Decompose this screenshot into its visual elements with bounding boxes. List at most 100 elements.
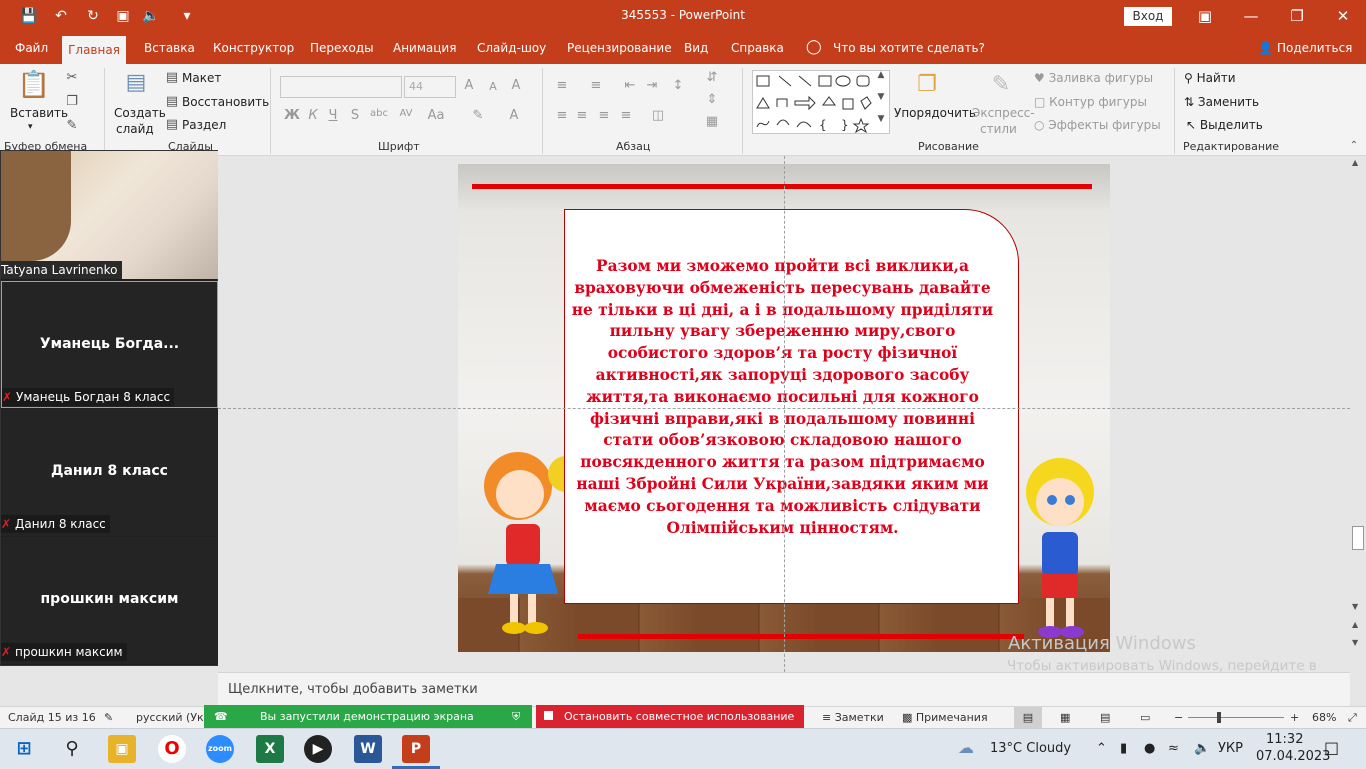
zoom-slider-thumb[interactable] (1217, 712, 1221, 723)
notes-toggle[interactable]: ≡ Заметки (822, 711, 884, 724)
input-language[interactable]: УКР (1218, 741, 1243, 756)
slide-counter[interactable]: Слайд 15 из 16 (8, 711, 96, 724)
shape-fill-button[interactable]: ♥ Заливка фигуры (1034, 71, 1153, 85)
powerpoint-icon[interactable]: P (402, 735, 430, 763)
share-button[interactable]: Поделиться (1277, 41, 1352, 55)
paste-dropdown-icon[interactable]: ▾ (28, 122, 33, 132)
excel-icon[interactable]: X (256, 735, 284, 763)
font-color-icon[interactable]: A (506, 108, 522, 123)
tab-view[interactable]: Вид (684, 41, 708, 55)
new-slide-icon[interactable]: ▤ (120, 70, 152, 100)
file-explorer-icon[interactable]: ▣ (108, 735, 136, 763)
font-name-combobox[interactable] (280, 76, 402, 98)
tell-me-search[interactable]: Что вы хотите сделать? (833, 41, 985, 55)
char-spacing-icon[interactable]: AV (394, 108, 418, 119)
minimize-button[interactable]: — (1228, 6, 1274, 26)
word-icon[interactable]: W (354, 735, 382, 763)
underline-icon[interactable]: Ч (326, 108, 340, 123)
zoom-slider[interactable] (1188, 717, 1284, 718)
restore-button[interactable]: ❐ (1274, 6, 1320, 26)
participant-tile[interactable]: Данил 8 класс ✗ Данил 8 класс (1, 409, 218, 536)
text-direction-icon[interactable]: ⇵ (704, 70, 720, 85)
fit-slide-icon[interactable]: ⤢ (1348, 711, 1357, 725)
slide-text-box[interactable]: Разом ми зможемо пройти всі виклики,а вр… (564, 209, 1019, 604)
highlight-icon[interactable]: ✎ (470, 108, 486, 123)
search-icon[interactable]: ⚲ (58, 735, 86, 763)
previous-slide-icon[interactable]: ▲ (1352, 620, 1358, 629)
language-indicator[interactable]: русский (Укр (136, 711, 211, 724)
wifi-icon[interactable]: ≈ (1168, 741, 1179, 756)
scroll-down-icon[interactable]: ▼ (1352, 602, 1358, 611)
windows-start-icon[interactable]: ⊞ (10, 735, 38, 763)
vertical-scrollbar[interactable]: ▲ ▼ ▲ ▼ (1350, 156, 1366, 672)
tab-design[interactable]: Конструктор (213, 41, 294, 55)
scroll-thumb[interactable] (1352, 526, 1364, 550)
tab-transitions[interactable]: Переходы (310, 41, 374, 55)
weather-widget[interactable]: 13°C Cloudy (990, 741, 1071, 756)
slide-sorter-icon[interactable]: ▦ (1060, 711, 1070, 724)
tab-animations[interactable]: Анимация (393, 41, 456, 55)
paste-icon[interactable]: 📋 (16, 70, 52, 104)
new-slide-label[interactable]: слайд (116, 122, 154, 136)
shape-effects-button[interactable]: ○ Эффекты фигуры (1034, 118, 1161, 132)
format-painter-icon[interactable]: ✎ (64, 118, 80, 133)
arrange-button[interactable]: Упорядочить (894, 106, 976, 120)
quick-styles-button[interactable]: Экспресс- (972, 106, 1035, 120)
signin-button[interactable]: Вход (1124, 7, 1172, 26)
tab-review[interactable]: Рецензирование (567, 41, 672, 55)
align-left-icon[interactable]: ≡ (554, 108, 570, 123)
increase-font-icon[interactable]: A (462, 78, 476, 93)
notes-placeholder[interactable]: Щелкните, чтобы добавить заметки (228, 682, 478, 697)
shape-outline-button[interactable]: □ Контур фигуры (1034, 95, 1147, 109)
align-text-icon[interactable]: ⇕ (704, 92, 720, 107)
gallery-scroll-up-icon[interactable]: ▲ (874, 70, 888, 80)
scroll-up-icon[interactable]: ▲ (1352, 158, 1358, 167)
new-slide-button[interactable]: Создать (114, 106, 166, 120)
decrease-font-icon[interactable]: A (486, 80, 500, 93)
slide-editor[interactable]: Разом ми зможемо пройти всі виклики,а вр… (218, 156, 1350, 672)
zoom-out-icon[interactable]: − (1174, 711, 1183, 724)
shadow-icon[interactable]: S (348, 108, 362, 123)
line-spacing-icon[interactable]: ↕ (670, 78, 686, 93)
notification-icon[interactable]: □ (1324, 738, 1339, 757)
tab-file[interactable]: Файл (15, 41, 48, 55)
section-button[interactable]: Раздел (182, 118, 226, 132)
participant-tile[interactable]: Уманець Богда... ✗ Уманець Богдан 8 класс (1, 281, 218, 408)
copy-icon[interactable]: ❐ (64, 94, 80, 109)
comments-toggle[interactable]: ▩ Примечания (902, 711, 988, 724)
battery-icon[interactable]: ▮ (1120, 741, 1127, 756)
normal-view-icon[interactable]: ▤ (1014, 707, 1042, 728)
slide-body-text[interactable]: Разом ми зможемо пройти всі виклики,а вр… (571, 256, 994, 539)
notes-pane[interactable]: Щелкните, чтобы добавить заметки (218, 672, 1350, 706)
increase-indent-icon[interactable]: ⇥ (644, 78, 660, 93)
gallery-scroll-down-icon[interactable]: ▼ (874, 92, 888, 102)
show-hidden-icons[interactable]: ⌃ (1096, 741, 1107, 756)
microphone-icon[interactable]: ● (1144, 741, 1155, 756)
vertical-guide[interactable] (784, 156, 785, 672)
change-case-icon[interactable]: Aa (426, 108, 446, 123)
select-button[interactable]: ↖ Выделить (1186, 118, 1263, 132)
layout-button[interactable]: Макет (182, 71, 221, 85)
participant-tile[interactable]: прошкин максим ✗ прошкин максим (1, 537, 218, 664)
decrease-indent-icon[interactable]: ⇤ (622, 78, 638, 93)
font-size-combobox[interactable]: 44 (404, 76, 456, 98)
gallery-more-icon[interactable]: ▼ (874, 114, 888, 124)
reset-button[interactable]: Восстановить (182, 95, 269, 109)
volume-icon[interactable]: 🔈 (1194, 741, 1210, 756)
stop-sharing-button[interactable]: Остановить совместное использование (536, 705, 804, 729)
strikethrough-icon[interactable]: abc (370, 108, 388, 119)
arrange-icon[interactable]: ❐ (912, 72, 942, 100)
zoom-in-icon[interactable]: + (1290, 711, 1299, 724)
columns-icon[interactable]: ◫ (650, 108, 666, 123)
replace-button[interactable]: ⇅ Заменить (1184, 95, 1259, 109)
shapes-gallery[interactable]: {} (752, 70, 890, 134)
italic-icon[interactable]: К (306, 108, 320, 123)
ribbon-display-icon[interactable]: ▣ (1182, 6, 1228, 26)
opera-icon[interactable]: O (158, 735, 186, 763)
quick-styles-icon[interactable]: ✎ (986, 72, 1016, 100)
reading-view-icon[interactable]: ▤ (1100, 711, 1110, 724)
clock-time[interactable]: 11:32 (1266, 732, 1303, 747)
find-button[interactable]: ⚲ Найти (1184, 71, 1236, 85)
bullets-icon[interactable]: ≡ (554, 78, 570, 93)
clear-format-icon[interactable]: A (508, 78, 524, 93)
